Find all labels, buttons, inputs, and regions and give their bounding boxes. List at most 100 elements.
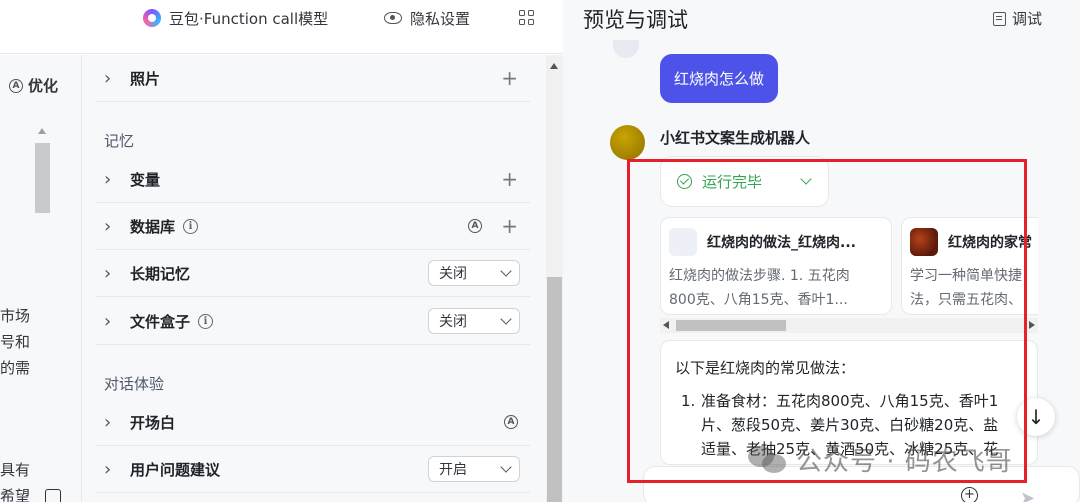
filebox-select[interactable]: 关闭 (428, 308, 520, 334)
dialog-section-title: 对话体验 (104, 375, 165, 393)
settings-row-opening[interactable]: › 开场白 A (96, 399, 530, 446)
debug-label: 调试 (1011, 10, 1042, 28)
add-attachment-icon[interactable]: + (961, 487, 978, 502)
debug-doc-icon (992, 11, 1006, 26)
chevron-right-icon: › (104, 411, 112, 433)
filebox-value: 关闭 (439, 314, 467, 330)
card-snippet: 800克、八角15克、香叶1... (669, 292, 848, 308)
chevron-right-icon: › (104, 262, 112, 284)
card-title: 红烧肉的家常 (948, 235, 1032, 251)
scroll-up-arrow-icon[interactable] (38, 128, 46, 134)
card-snippet: 学习一种简单快捷 (910, 268, 1022, 284)
settings-row-database[interactable]: › 数据库 i A + (96, 203, 530, 250)
chevron-down-icon (500, 461, 512, 473)
arrow-down-icon: ↓ (1027, 405, 1045, 429)
wechat-icon (748, 444, 788, 476)
grid-icon[interactable] (519, 10, 534, 25)
suggestion-label: 用户问题建议 (130, 460, 221, 479)
ai-optimize-icon: A (9, 78, 23, 93)
info-icon[interactable]: i (183, 218, 199, 234)
opening-label: 开场白 (130, 413, 176, 432)
suggestion-select[interactable]: 开启 (428, 456, 520, 482)
search-result-card[interactable]: 红烧肉的家常 学习一种简单快捷 法，只需五花肉、 (901, 217, 1038, 315)
watermark: 公众号 · 码农飞哥 (748, 441, 1013, 478)
settings-scrollbar[interactable] (546, 55, 563, 502)
chevron-down-icon (500, 265, 512, 277)
card-title: 红烧肉的做法_红烧肉... (707, 235, 856, 251)
answer-line: 准备食材：五花肉800克、八角15克、香叶1 (701, 392, 999, 410)
doubao-logo-icon (143, 9, 161, 27)
card-thumbnail (910, 228, 938, 256)
scroll-to-bottom-button[interactable]: ↓ (1017, 398, 1055, 436)
chevron-right-icon: › (104, 458, 112, 480)
model-selector[interactable]: 豆包·Function call模型 (143, 6, 328, 30)
add-photo-plus-icon[interactable]: + (501, 66, 518, 90)
scrollbar-thumb[interactable] (547, 277, 562, 502)
ai-auto-icon[interactable]: A (504, 415, 518, 429)
search-result-card[interactable]: 红烧肉的做法_红烧肉... 红烧肉的做法步骤. 1. 五花肉 800克、八角15… (660, 217, 892, 315)
prompt-text-fragment: 的需 (0, 359, 31, 377)
watermark-text: 公众号 · 码农飞哥 (796, 447, 1013, 477)
optimize-label: 优化 (28, 77, 59, 95)
search-result-cards: 红烧肉的做法_红烧肉... 红烧肉的做法步骤. 1. 五花肉 800克、八角15… (660, 217, 1038, 333)
filebox-label: 文件盒子 (130, 312, 191, 331)
user-avatar (613, 40, 639, 58)
suggestion-value: 开启 (439, 462, 467, 478)
cards-horizontal-scrollbar[interactable] (660, 318, 1038, 333)
scroll-up-arrow-icon[interactable] (550, 63, 558, 69)
scrollbar-thumb[interactable] (35, 143, 50, 213)
run-status-toggle[interactable]: 运行完毕 (660, 156, 829, 207)
eye-icon (384, 12, 402, 24)
long-memory-value: 关闭 (439, 266, 467, 282)
scroll-right-arrow-icon[interactable] (1029, 321, 1035, 329)
prompt-text-fragment: 号和 (0, 333, 31, 351)
card-thumbnail (669, 228, 697, 256)
prompt-scrollbar[interactable] (34, 125, 52, 502)
debug-button[interactable]: 调试 (992, 8, 1042, 29)
preview-title: 预览与调试 (583, 8, 688, 32)
answer-intro: 以下是红烧肉的常见做法： (675, 359, 856, 377)
chevron-right-icon: › (104, 310, 112, 332)
bot-avatar (610, 125, 645, 160)
info-icon[interactable]: i (198, 313, 214, 329)
add-database-plus-icon[interactable]: + (501, 214, 518, 238)
database-label: 数据库 (130, 217, 176, 236)
card-snippet: 红烧肉的做法步骤. 1. 五花肉 (669, 268, 850, 284)
privacy-label: 隐私设置 (410, 9, 471, 28)
scrollbar-thumb[interactable] (676, 320, 786, 331)
privacy-settings-button[interactable]: 隐私设置 (384, 6, 470, 30)
chevron-right-icon: › (104, 67, 112, 89)
prompt-text-fragment: 具有 (0, 461, 31, 479)
long-memory-select[interactable]: 关闭 (428, 260, 520, 286)
chevron-down-icon (500, 313, 512, 325)
chevron-right-icon: › (104, 168, 112, 190)
settings-row-long-memory[interactable]: › 长期记忆 关闭 (96, 250, 530, 297)
model-label: 豆包·Function call模型 (169, 9, 329, 28)
variable-label: 变量 (130, 170, 161, 189)
photo-label: 照片 (130, 69, 161, 88)
clear-chat-icon[interactable] (45, 489, 61, 502)
list-number: 1. (681, 392, 696, 410)
chevron-right-icon: › (104, 215, 112, 237)
optimize-button[interactable]: A 优化 (9, 75, 58, 96)
scroll-left-arrow-icon[interactable] (663, 321, 669, 329)
settings-row-variable[interactable]: › 变量 + (96, 156, 530, 203)
bot-name: 小红书文案生成机器人 (660, 129, 811, 147)
settings-row-suggestion[interactable]: › 用户问题建议 开启 (96, 446, 530, 493)
preview-panel: 预览与调试 调试 红烧肉怎么做 小红书文案生成机器人 运行完毕 红烧肉的做法_红… (563, 0, 1080, 502)
long-memory-label: 长期记忆 (130, 264, 191, 283)
card-snippet: 法，只需五花肉、 (910, 292, 1022, 308)
check-circle-icon (677, 174, 692, 189)
send-icon[interactable]: ➤ (1020, 488, 1035, 502)
settings-row-filebox[interactable]: › 文件盒子 i 关闭 (96, 298, 530, 345)
settings-row-photo[interactable]: › 照片 + (96, 55, 530, 102)
add-variable-plus-icon[interactable]: + (501, 167, 518, 191)
answer-line: 片、葱段50克、姜片30克、白砂糖20克、盐 (701, 416, 999, 434)
memory-section-title: 记忆 (104, 132, 135, 150)
top-bar: 豆包·Function call模型 隐私设置 (0, 0, 563, 54)
prompt-text-fragment: 市场 (0, 307, 31, 325)
ai-auto-icon[interactable]: A (468, 219, 482, 233)
prompt-text-fragment: 希望 (0, 487, 31, 502)
run-status-label: 运行完毕 (702, 173, 763, 191)
chevron-down-icon (800, 173, 812, 185)
